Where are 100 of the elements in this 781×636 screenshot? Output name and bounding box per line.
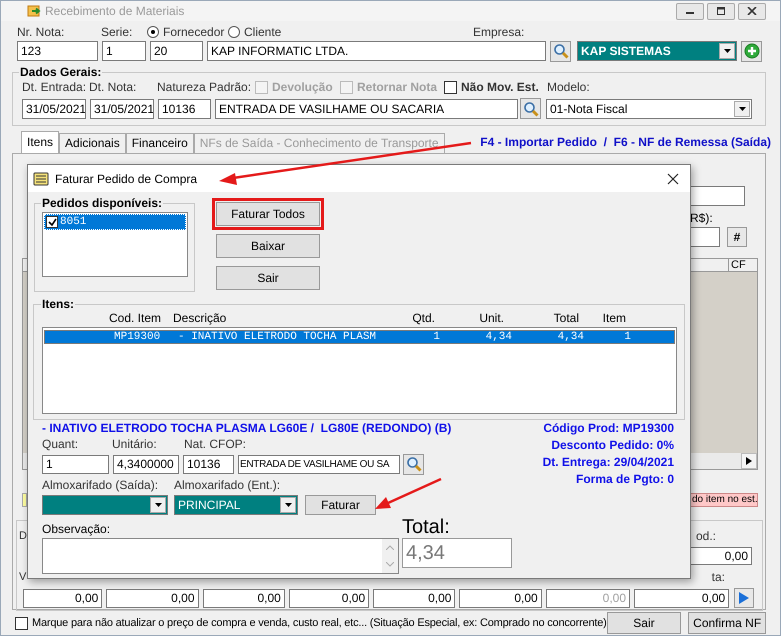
input-field[interactable]: ENTRADA DE VASILHAME OU SACARIA [215,98,518,118]
notepad-icon [33,172,49,186]
field-label: Empresa: [473,25,524,39]
table-row[interactable]: MP19300 - INATIVO ELETRODO TOCHA PLASM 1 4,34 4,34 1 [44,330,675,344]
invoice-button[interactable]: Faturar [305,495,376,515]
input-field[interactable]: ENTRADA DE VASILHAME OU SA [238,454,400,474]
input-field[interactable] [690,227,720,247]
model-dropdown[interactable]: 01-Nota Fiscal [546,98,752,118]
caret-icon [150,497,166,513]
info-text: Forma de Pgto: 0 [574,472,674,488]
input-field[interactable]: 10136 [158,98,211,118]
tab[interactable]: Adicionais [59,133,126,153]
caret-icon [280,497,296,513]
radio-label: Fornecedor [163,25,224,39]
dialog-button[interactable]: Baixar [216,234,320,258]
hash-button[interactable]: # [727,227,747,247]
field-label: Almoxarifado (Ent.): [174,478,280,492]
list-item[interactable]: 8051 [44,214,186,230]
column-header: Descrição [173,311,228,325]
tab[interactable]: Financeiro [126,133,194,153]
field-label: D [19,530,27,542]
field-label: R$): [690,211,714,225]
input-field[interactable]: 0,00 [288,588,370,608]
total-field: 4,34 [402,538,512,568]
group-title: Dados Gerais: [19,65,102,79]
input-field[interactable] [690,186,745,206]
field-label: od.: [696,529,716,543]
input-field[interactable]: 1 [42,454,109,474]
column-header: CF [728,259,757,271]
window-title: Recebimento de Materiais [45,4,184,18]
caret-icon [719,43,735,59]
table-cell-text: 4,34 [556,331,584,343]
minimize-button[interactable] [676,2,704,20]
input-field[interactable]: KAP INFORMATIC LTDA. [207,41,546,61]
checkbox-label: Marque para não atualizar o preço de compra e venda, custo real, etc... (Situação Especial, ex: Comprado no concorrente) [32,617,607,629]
input-field[interactable]: 20 [150,41,203,61]
notes-field[interactable] [42,538,399,574]
group-title: Pedidos disponíveis: [41,196,164,210]
table-cell-text: 1 [432,331,440,343]
warehouse-dropdown[interactable]: PRINCIPAL [174,495,298,515]
input-field[interactable]: 0,00 [202,588,285,608]
checkbox[interactable] [444,80,457,94]
input-field[interactable]: 0,00 [459,588,542,608]
column-header: Cod. Item [109,311,162,325]
search-button[interactable] [550,40,571,62]
checkbox-label: Retornar Nota [357,80,438,94]
close-button[interactable] [738,2,766,20]
dialog-title: Faturar Pedido de Compra [55,172,198,186]
exit-button[interactable]: Sair [606,612,682,634]
column-header: Unit. [478,311,505,325]
column-header: Item [602,311,626,325]
checkbox-label: Não Mov. Est. [461,80,539,94]
table-cell-text: 4,34 [484,331,512,343]
maximize-icon [716,7,726,15]
radio-button[interactable] [147,26,159,38]
field-label: Dt. Nota: [89,80,138,94]
play-button[interactable] [734,588,754,608]
radio-button[interactable] [228,26,240,38]
group-title: Itens: [41,297,76,311]
info-text: Desconto Pedido: 0% [550,438,674,454]
column-header: Total [552,311,579,325]
checkbox[interactable] [15,616,28,630]
status-indicator [22,493,27,507]
info-text: Dt. Entrega: 29/04/2021 [542,455,674,471]
input-field[interactable]: 10136 [183,454,234,474]
input-field[interactable]: 123 [17,41,98,61]
input-field[interactable]: 1 [102,41,146,61]
maximize-button[interactable] [707,2,735,20]
table-cell-text: 1 [623,331,631,343]
field-label: Observação: [42,522,112,536]
add-button[interactable] [741,40,762,62]
search-button[interactable] [403,454,424,474]
input-field[interactable]: 4,3400000 [113,454,179,474]
arrow [375,478,442,509]
input-field[interactable]: 0,00 [23,588,102,608]
scroll-right-icon[interactable] [741,453,757,469]
input-field[interactable]: 0,00 [106,588,199,608]
table-cell-text: - INATIVO ELETRODO TOCHA PLASM [178,331,378,343]
warehouse-dropdown[interactable] [42,495,168,515]
confirm-button[interactable]: Confirma NF [688,612,766,634]
dialog-button[interactable]: Sair [216,266,320,290]
order-number: 8051 [60,216,86,228]
input-field[interactable]: 0,00 [634,588,730,608]
field-label: Natureza Padrão: [157,80,252,94]
company-dropdown[interactable]: KAP SISTEMAS [577,41,737,61]
checkbox[interactable] [46,216,58,228]
field-label: ta: [712,570,725,584]
status-field: do item no est. [690,493,758,507]
dialog-button[interactable]: Faturar Todos [216,202,320,226]
column-header: Qtd. [411,311,435,325]
search-button[interactable] [520,98,541,119]
checkbox-label: Devolução [272,80,333,94]
app-icon [27,4,41,18]
field-label: Serie: [101,25,134,39]
input-field[interactable]: 0,00 [373,588,456,608]
field-label: Modelo: [547,80,590,94]
radio-label: Cliente [244,25,282,39]
tab[interactable]: Itens [21,131,60,153]
product-description: - INATIVO ELETRODO TOCHA PLASMA LG60E / LG80E (REDONDO) (B) [42,421,452,436]
field-label: Unitário: [112,437,158,451]
